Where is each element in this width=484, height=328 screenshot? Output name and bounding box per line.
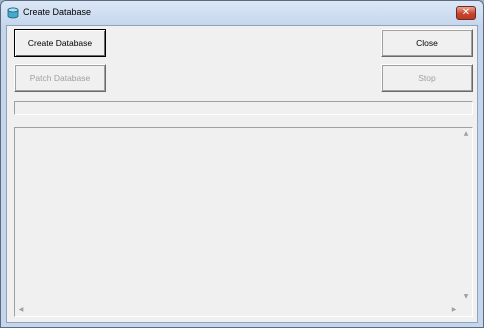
- scrollbar-corner: [460, 304, 472, 316]
- window-close-button[interactable]: ✕: [456, 6, 476, 20]
- window-title: Create Database: [23, 7, 92, 17]
- patch-database-button[interactable]: Patch Database: [14, 64, 106, 92]
- scroll-down-icon[interactable]: ▼: [460, 291, 472, 303]
- dialog-client-area: Create Database Close Patch Database Sto…: [6, 25, 478, 323]
- scroll-right-icon[interactable]: ▶: [448, 304, 460, 316]
- horizontal-scrollbar[interactable]: ◀ ▶: [15, 304, 460, 316]
- progress-bar: [14, 101, 473, 115]
- create-database-button[interactable]: Create Database: [14, 29, 106, 57]
- vertical-scrollbar[interactable]: ▲ ▼: [460, 128, 472, 303]
- close-button[interactable]: Close: [381, 29, 473, 57]
- log-output-area[interactable]: ▲ ▼ ◀ ▶: [14, 127, 473, 317]
- database-icon: [7, 7, 19, 19]
- title-bar[interactable]: Create Database ✕: [1, 1, 483, 25]
- stop-button[interactable]: Stop: [381, 64, 473, 92]
- scroll-up-icon[interactable]: ▲: [460, 128, 472, 140]
- scroll-left-icon[interactable]: ◀: [15, 304, 27, 316]
- close-icon: ✕: [461, 7, 471, 18]
- create-database-window: Create Database ✕ Create Database Close …: [0, 0, 484, 328]
